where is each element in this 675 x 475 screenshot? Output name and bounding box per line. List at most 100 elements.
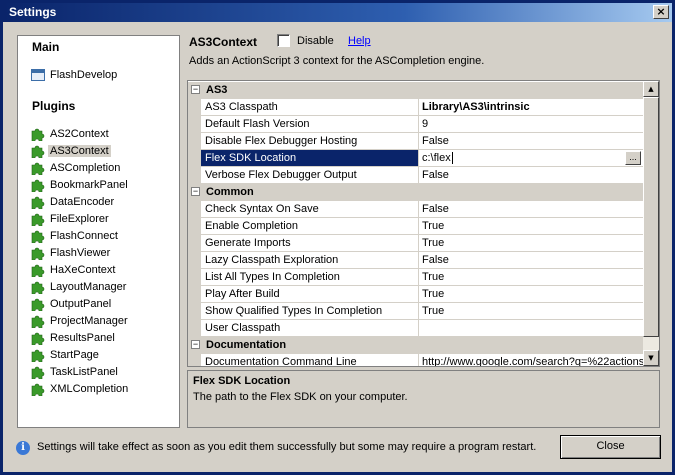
restart-notice: Settings will take effect as soon as you… [37,441,537,453]
list-item-plugin[interactable]: FlashViewer [31,245,112,261]
disable-checkbox[interactable] [277,34,290,47]
grid-category[interactable]: − AS3 [188,82,643,99]
vertical-scrollbar[interactable]: ▲ ▼ [643,81,659,366]
list-item-plugin[interactable]: FileExplorer [31,211,111,227]
property-value-text: True [422,237,445,249]
list-item-plugin[interactable]: HaXeContext [31,262,117,278]
list-item-label: BookmarkPanel [50,179,128,191]
property-row[interactable]: Enable Completion True [188,218,643,235]
property-row[interactable]: Check Syntax On Save False [188,201,643,218]
property-value[interactable]: http://www.google.com/search?q=%22action… [419,354,643,366]
list-item-label: ResultsPanel [50,332,115,344]
property-value[interactable]: False [419,201,643,218]
list-item-label: TaskListPanel [50,366,118,378]
plugin-icon [31,298,45,311]
list-item-plugin[interactable]: XMLCompletion [31,381,130,397]
main-header: Main [32,40,60,54]
window-close-button[interactable]: × [653,5,669,19]
row-margin [188,150,201,167]
property-value[interactable]: False [419,133,643,150]
property-value[interactable]: True [419,218,643,235]
dialog-client: Main FlashDevelop Plugins AS2Context AS3C… [3,22,672,472]
list-item-plugin[interactable]: ProjectManager [31,313,130,329]
property-grid[interactable]: − AS3 AS3 Classpath Library\AS3\intrinsic De… [187,80,660,367]
property-row[interactable]: List All Types In Completion True [188,269,643,286]
property-value[interactable]: Library\AS3\intrinsic [419,99,643,116]
collapse-toggle-icon[interactable]: − [191,85,200,94]
grid-category[interactable]: − Documentation [188,337,643,354]
list-item-label: DataEncoder [50,196,115,208]
property-row[interactable]: User Classpath [188,320,643,337]
property-value[interactable]: True [419,286,643,303]
property-value-text: 9 [422,118,429,130]
list-item-label: FileExplorer [50,213,109,225]
scroll-up-button[interactable]: ▲ [643,81,659,97]
title-bar[interactable]: Settings × [3,3,672,22]
property-value-text: False [422,169,449,181]
property-value[interactable]: False [419,252,643,269]
property-value-text: Library\AS3\intrinsic [422,101,530,113]
property-value-input[interactable]: c:\flex [422,152,451,164]
property-value-text: False [422,203,449,215]
browse-button[interactable]: ... [625,151,641,165]
text-caret [451,152,453,165]
row-margin [188,133,201,150]
property-row[interactable]: Generate Imports True [188,235,643,252]
list-item-plugin[interactable]: OutputPanel [31,296,113,312]
list-item-plugin[interactable]: TaskListPanel [31,364,120,380]
row-margin [188,167,201,184]
disable-label[interactable]: Disable [297,35,334,47]
list-item-label: ASCompletion [50,162,121,174]
row-margin [188,218,201,235]
plugin-icon [31,281,45,294]
property-name: List All Types In Completion [201,269,419,286]
property-value[interactable]: False [419,167,643,184]
help-link[interactable]: Help [348,35,371,47]
property-row[interactable]: Default Flash Version 9 [188,116,643,133]
list-item-flashdevelop[interactable]: FlashDevelop [31,67,119,83]
list-item-label: FlashDevelop [50,69,118,81]
property-value[interactable]: 9 [419,116,643,133]
scroll-thumb[interactable] [643,97,659,337]
plugin-icon [31,349,45,362]
plugins-header: Plugins [32,99,76,113]
property-row[interactable]: Flex SDK Location c:\flex... [188,150,643,167]
list-item-label: AS3Context [48,145,111,157]
list-item-plugin[interactable]: ResultsPanel [31,330,117,346]
property-row[interactable]: Show Qualified Types In Completion True [188,303,643,320]
property-row[interactable]: Play After Build True [188,286,643,303]
property-value[interactable]: True [419,269,643,286]
list-item-plugin[interactable]: DataEncoder [31,194,116,210]
window-title: Settings [9,5,57,19]
property-row[interactable]: Documentation Command Line http://www.goo… [188,354,643,366]
grid-category[interactable]: − Common [188,184,643,201]
property-value[interactable]: True [419,235,643,252]
list-item-plugin[interactable]: FlashConnect [31,228,120,244]
plugin-icon [31,366,45,379]
row-margin [188,235,201,252]
property-value[interactable]: True [419,303,643,320]
property-row[interactable]: AS3 Classpath Library\AS3\intrinsic [188,99,643,116]
list-item-plugin[interactable]: ASCompletion [31,160,122,176]
property-value[interactable]: c:\flex... [419,150,643,167]
list-item-label: HaXeContext [50,264,116,276]
row-margin [188,99,201,116]
plugin-icon [31,179,45,192]
property-row[interactable]: Verbose Flex Debugger Output False [188,167,643,184]
list-item-label: XMLCompletion [50,383,129,395]
list-item-label: StartPage [50,349,99,361]
list-item-plugin[interactable]: AS2Context [31,126,111,142]
list-item-plugin[interactable]: BookmarkPanel [31,177,130,193]
property-row[interactable]: Disable Flex Debugger Hosting False [188,133,643,150]
plugin-icon [31,332,45,345]
list-item-plugin[interactable]: LayoutManager [31,279,128,295]
property-row[interactable]: Lazy Classpath Exploration False [188,252,643,269]
collapse-toggle-icon[interactable]: − [191,187,200,196]
list-item-plugin[interactable]: StartPage [31,347,101,363]
list-item-label: LayoutManager [50,281,127,293]
list-item-plugin[interactable]: AS3Context [31,143,111,159]
property-value[interactable] [419,320,643,337]
collapse-toggle-icon[interactable]: − [191,340,200,349]
close-button[interactable]: Close [560,435,661,459]
scroll-down-button[interactable]: ▼ [643,350,659,366]
